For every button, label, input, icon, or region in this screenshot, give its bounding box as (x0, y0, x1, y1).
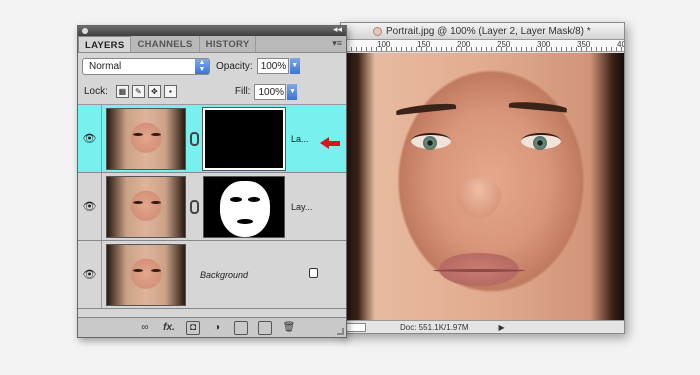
panel-footer: ∞ fx. ◘ ◑ 🗑 (78, 317, 346, 337)
trash-icon[interactable]: 🗑 (282, 321, 296, 335)
document-window: Portrait.jpg @ 100% (Layer 2, Layer Mask… (340, 22, 625, 334)
document-size-status: Doc: 551.1K/1.97M (400, 322, 469, 332)
lock-label: Lock: (84, 86, 108, 97)
layer-name[interactable]: La... (291, 134, 309, 144)
document-titlebar[interactable]: Portrait.jpg @ 100% (Layer 2, Layer Mask… (341, 23, 624, 40)
layer-thumbnail[interactable] (106, 175, 186, 238)
new-layer-icon[interactable] (258, 320, 272, 335)
ruler-mark: 150 (417, 40, 431, 49)
ruler-mark: 300 (537, 40, 551, 49)
layer-name[interactable]: Lay... (291, 202, 312, 212)
right-eye (521, 133, 561, 150)
nose (456, 178, 502, 218)
horizontal-ruler: 100 150 200 250 300 350 400 (341, 40, 624, 52)
lock-transparent-icon[interactable]: ▦ (115, 85, 129, 98)
fill-dropdown-icon[interactable]: ▼ (287, 83, 298, 100)
visibility-eye-icon[interactable]: 👁 (78, 105, 102, 172)
annotation-arrow-icon (320, 137, 340, 149)
fx-icon[interactable]: fx. (162, 321, 176, 335)
lock-all-icon[interactable]: ▪ (163, 85, 177, 98)
chain-link-icon[interactable] (190, 131, 199, 146)
document-title: Portrait.jpg @ 100% (Layer 2, Layer Mask… (386, 25, 591, 37)
collapse-icon[interactable]: ◂◂ (333, 24, 342, 35)
chain-link-icon[interactable] (190, 199, 199, 214)
layer-mask-thumbnail[interactable] (202, 106, 286, 171)
blend-options-row: Normal ▲ ▼ Opacity: 100% ▼ (78, 53, 346, 79)
ruler-mark: 200 (457, 40, 471, 49)
layer-thumbnail[interactable] (106, 107, 186, 170)
lock-row: Lock: ▦ ✎ ✥ ▪ Fill: 100% ▼ (78, 79, 346, 105)
layer-row-layer-1[interactable]: 👁 Lay... (78, 173, 346, 241)
blend-mode-select[interactable]: Normal ▲ ▼ (82, 57, 210, 75)
tab-channels[interactable]: CHANNELS (131, 36, 200, 52)
link-layers-icon[interactable]: ∞ (138, 321, 152, 335)
new-group-icon[interactable] (234, 320, 248, 335)
document-icon (373, 26, 382, 36)
opacity-dropdown-icon[interactable]: ▼ (289, 58, 300, 74)
visibility-eye-icon[interactable]: 👁 (78, 173, 102, 240)
zoom-field[interactable] (344, 322, 366, 332)
document-status-bar: Doc: 551.1K/1.97M ▶ (341, 320, 624, 333)
layer-row-layer-2[interactable]: 👁 La... (78, 105, 346, 173)
ruler-mark: 250 (497, 40, 511, 49)
add-mask-icon[interactable]: ◘ (186, 320, 200, 335)
opacity-field[interactable]: 100% (256, 58, 289, 74)
fill-label: Fill: (234, 86, 251, 97)
portrait-canvas[interactable] (341, 53, 624, 320)
left-eyebrow (395, 101, 457, 116)
select-arrows-icon: ▲ ▼ (195, 58, 209, 74)
lock-icon (309, 268, 318, 278)
adjustment-layer-icon[interactable]: ◑ (210, 321, 224, 335)
panel-titlebar[interactable]: ◂◂ (78, 24, 346, 36)
lip-line (433, 269, 525, 272)
resize-grip-icon[interactable] (337, 328, 344, 335)
layer-thumbnail[interactable] (106, 243, 186, 306)
panel-tabs: LAYERS CHANNELS HISTORY ▾≡ (78, 36, 346, 53)
lock-image-icon[interactable]: ✎ (131, 85, 145, 98)
visibility-eye-icon[interactable]: 👁 (78, 241, 102, 308)
layer-name[interactable]: Background (200, 270, 248, 280)
ruler-mark: 100 (377, 40, 391, 49)
layer-mask-thumbnail[interactable] (203, 175, 285, 238)
lock-position-icon[interactable]: ✥ (147, 85, 161, 98)
status-menu-arrow-icon[interactable]: ▶ (498, 323, 504, 332)
ruler-mark: 350 (577, 40, 591, 49)
close-icon[interactable] (82, 28, 88, 34)
opacity-label: Opacity: (216, 60, 253, 72)
layers-panel: ◂◂ LAYERS CHANNELS HISTORY ▾≡ Normal ▲ ▼ … (77, 24, 347, 338)
tab-layers[interactable]: LAYERS (78, 36, 132, 52)
ruler-mark: 400 (617, 40, 624, 49)
blend-mode-value: Normal (89, 60, 122, 72)
fill-field[interactable]: 100% (254, 83, 287, 100)
panel-menu-icon[interactable]: ▾≡ (332, 38, 342, 49)
left-eye (411, 133, 451, 150)
layer-row-background[interactable]: 👁 Background (78, 241, 346, 309)
tab-history[interactable]: HISTORY (200, 36, 257, 52)
right-eyebrow (508, 100, 568, 113)
